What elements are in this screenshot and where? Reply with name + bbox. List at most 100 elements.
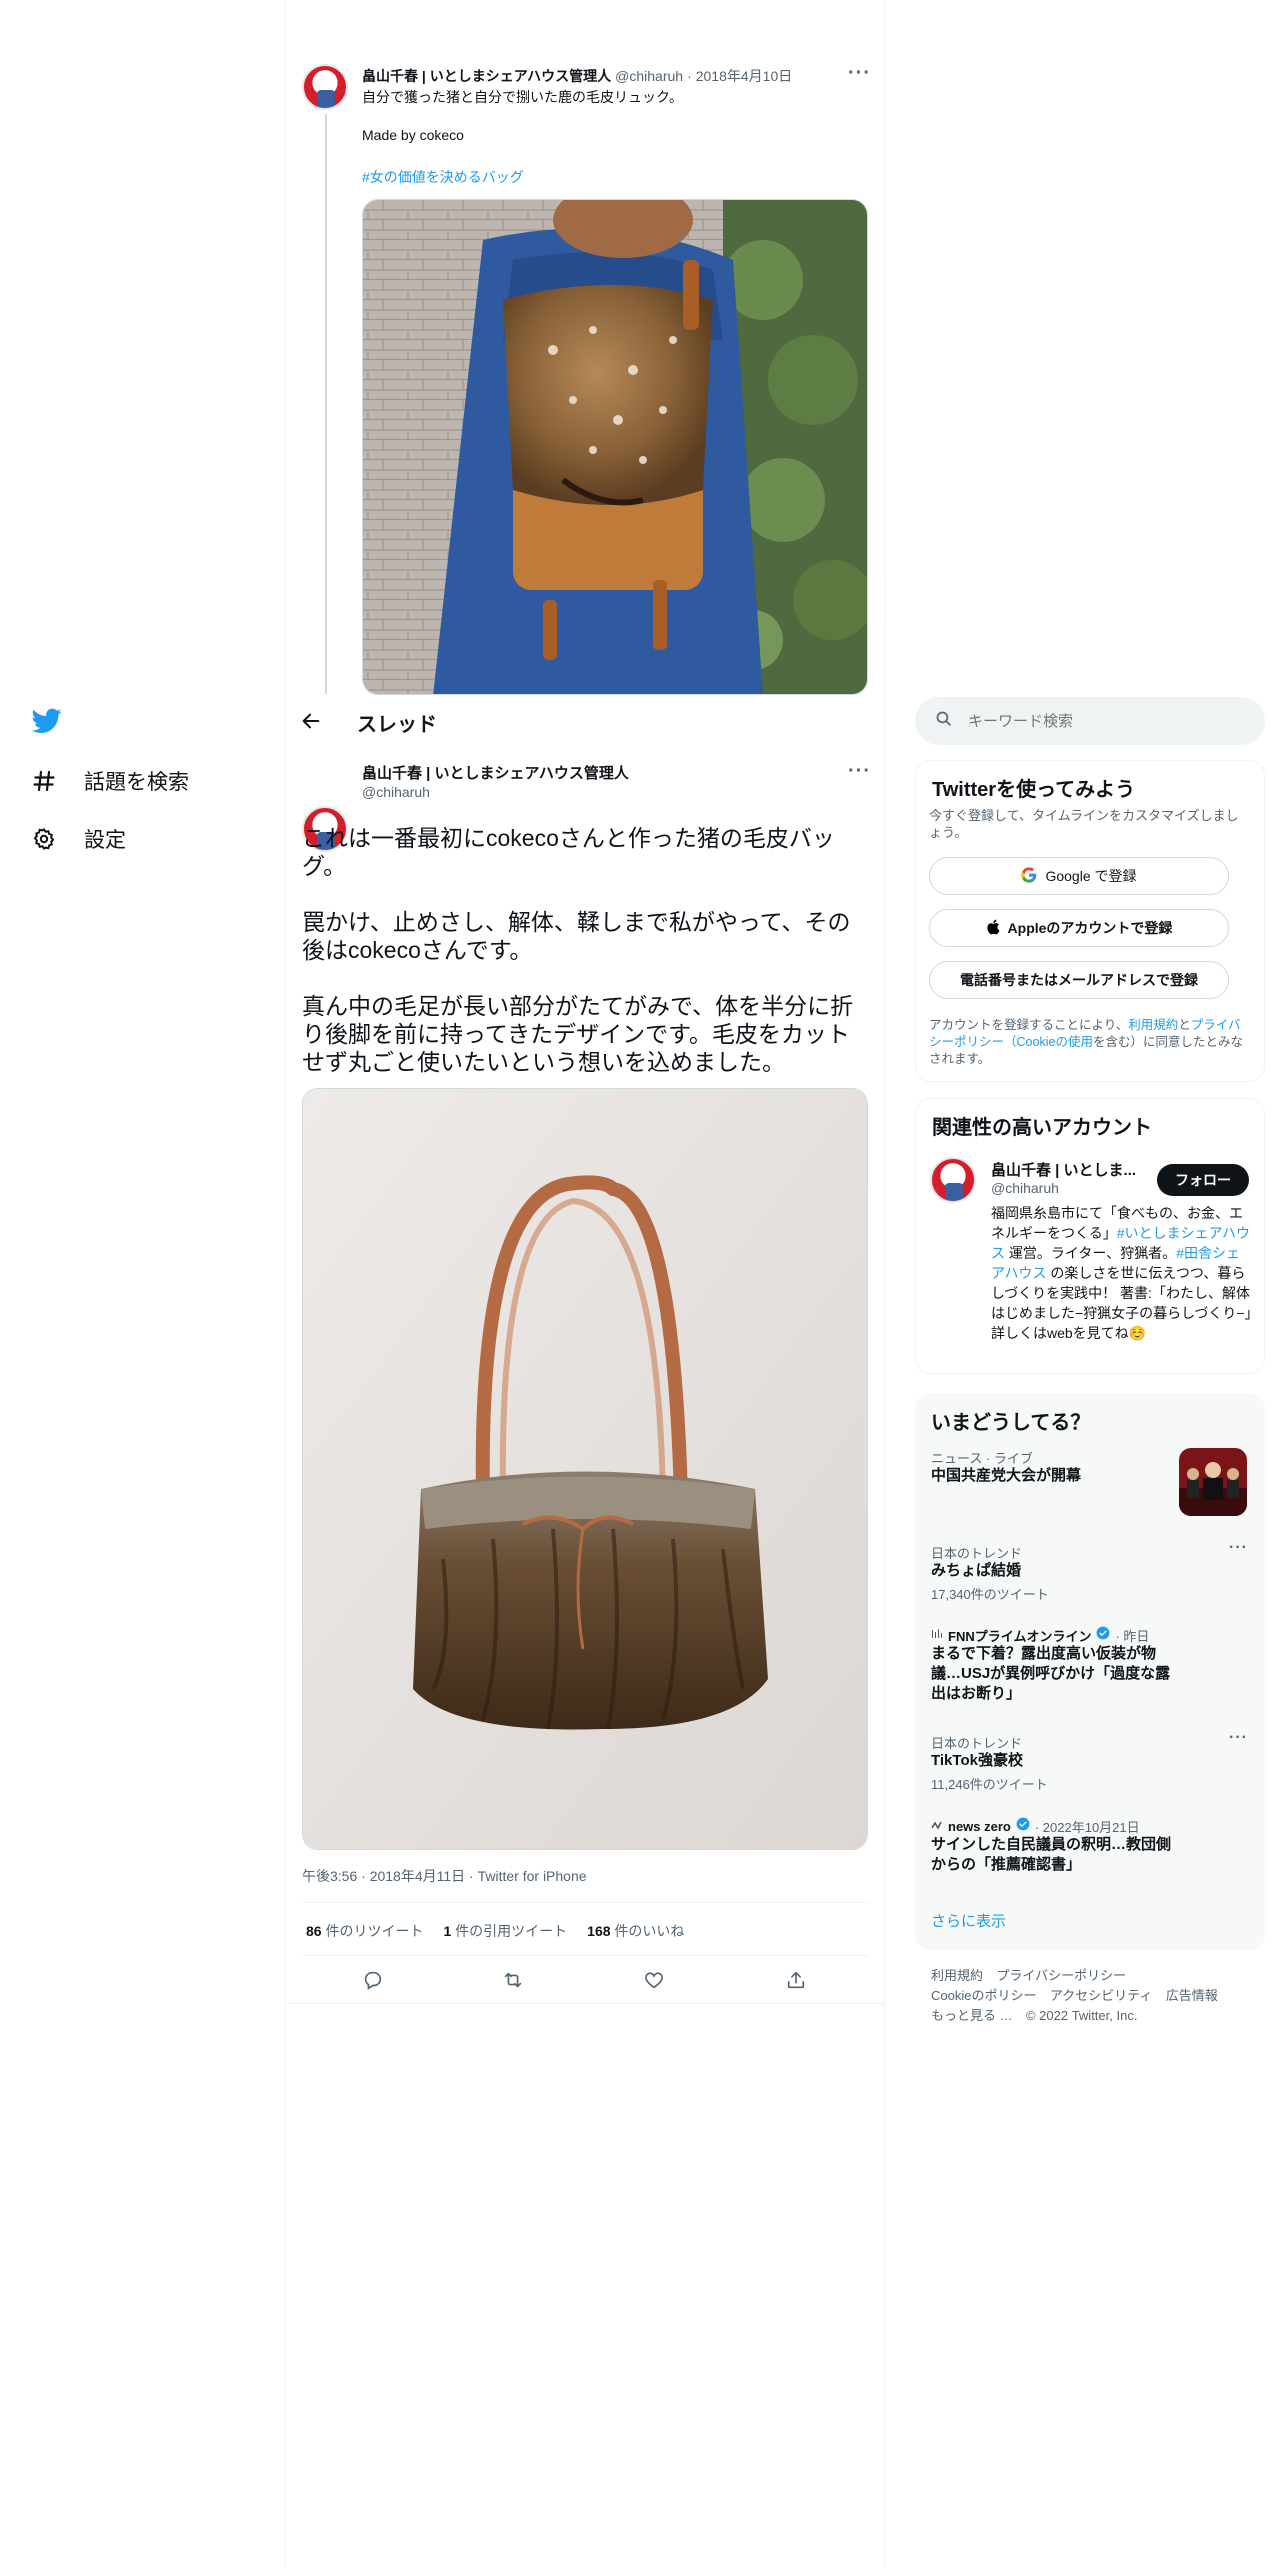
tweet-body: これは一番最初にcokecoさんと作った猪の毛皮バッグ。 罠かけ、止めさし、解体… (302, 824, 872, 1076)
trend-source-row: FNNプライムオンライン · 昨日 (931, 1626, 1149, 1645)
related-name[interactable]: 畠山千春 | いとしま... (991, 1159, 1136, 1180)
tweet-meta[interactable]: 午後3:56 · 2018年4月11日 · Twitter for iPhone (302, 1866, 587, 1886)
hashtag-link[interactable]: #女の価値を決めるバッグ (362, 167, 524, 187)
left-column-divider (285, 0, 286, 2568)
divider (286, 2003, 884, 2004)
nav-item-settings[interactable]: 設定 (32, 824, 126, 854)
retweets-label: 件のリツイート (325, 1923, 424, 1939)
footer-link-ads[interactable]: 広告情報 (1166, 1988, 1218, 2003)
related-bio: 福岡県糸島市にて「食べもの、お金、エネルギーをつくる」#いとしまシェアハウス 運… (991, 1203, 1253, 1343)
google-signup-button[interactable]: Google で登録 (929, 857, 1229, 895)
show-more-link[interactable]: さらに表示 (931, 1910, 1006, 1931)
terms-and: と (1178, 1018, 1191, 1032)
news-source-icon (931, 1627, 943, 1645)
trend-item[interactable]: news zero · 2022年10月21日 サインした自民議員の釈明…教団側… (915, 1817, 1265, 1883)
author-handle[interactable]: @chiharuh (615, 68, 683, 84)
phone-email-signup-button[interactable]: 電話番号またはメールアドレスで登録 (929, 961, 1229, 999)
trend-item[interactable]: FNNプライムオンライン · 昨日 まるで下着？露出度高い仮装が物議…USJが異… (915, 1626, 1265, 1716)
footer-link-accessibility[interactable]: アクセシビリティ (1050, 1988, 1153, 2003)
follow-label: フォロー (1175, 1172, 1231, 1188)
retweet-icon[interactable] (502, 1969, 524, 1996)
google-signup-label: Google で登録 (1045, 868, 1137, 884)
separator: · (687, 68, 692, 84)
reply-icon[interactable] (362, 1969, 384, 1996)
like-icon[interactable] (643, 1969, 665, 1996)
avatar[interactable] (302, 64, 348, 110)
author-name[interactable]: 畠山千春 | いとしまシェアハウス管理人 (362, 762, 629, 783)
quotes-label: 件の引用ツイート (455, 1923, 568, 1939)
retweets-stat[interactable]: 86 件のリツイート (306, 1921, 423, 1941)
cookie-link[interactable]: Cookieの使用 (1017, 1035, 1093, 1049)
trend-item[interactable]: ニュース · ライブ 中国共産党大会が開幕 (915, 1448, 1265, 1528)
trend-title: サインした自民議員の釈明…教団側からの「推薦確認書」 (931, 1836, 1172, 1873)
gear-icon (32, 827, 56, 851)
tweet-photo[interactable] (302, 1088, 868, 1850)
trend-time: · 2022年10月21日 (1034, 1820, 1140, 1835)
divider (302, 1902, 868, 1903)
follow-button[interactable]: フォロー (1157, 1164, 1249, 1196)
trend-source: FNNプライムオンライン (948, 1629, 1092, 1644)
quotes-stat[interactable]: 1 件の引用ツイート (443, 1921, 567, 1941)
more-icon[interactable]: ··· (1229, 1539, 1248, 1557)
related-handle[interactable]: @chiharuh (991, 1180, 1059, 1196)
trend-item[interactable]: 日本のトレンド みちょぱ結婚 17,340件のツイート ··· (915, 1539, 1265, 1609)
search-icon (935, 710, 952, 732)
trend-thumbnail (1179, 1448, 1247, 1516)
search-input[interactable] (968, 712, 1228, 730)
footer-links: 利用規約 プライバシーポリシー Cookieのポリシー アクセシビリティ 広告情… (931, 1966, 1261, 2026)
trend-title: 中国共産党大会が開幕 (931, 1467, 1082, 1484)
tweet-paragraph: 罠かけ、止めさし、解体、鞣しまで私がやって、その後はcokecoさんです。 (302, 909, 851, 963)
share-icon[interactable] (785, 1969, 807, 1996)
search-bar[interactable] (915, 697, 1265, 745)
nav-item-explore[interactable]: 話題を検索 (32, 766, 189, 796)
footer-link-terms[interactable]: 利用規約 (931, 1968, 983, 1983)
trend-source-row: news zero · 2022年10月21日 (931, 1817, 1140, 1836)
right-column-divider (884, 0, 885, 2568)
apple-icon (986, 919, 1000, 938)
terms-link[interactable]: 利用規約 (1128, 1018, 1178, 1032)
trend-title: みちょぱ結婚 (931, 1562, 1022, 1579)
more-icon[interactable]: ··· (1229, 1729, 1248, 1747)
google-icon (1021, 866, 1037, 886)
trend-meta: 日本のトレンド (931, 1546, 1023, 1561)
footer-link-cookie[interactable]: Cookieのポリシー (931, 1988, 1036, 2003)
tweet-paragraph: 真ん中の毛足が長い部分がたてがみで、体を半分に折り後脚を前に持ってきたデザインで… (302, 993, 854, 1075)
trend-time: · 昨日 (1115, 1629, 1150, 1644)
back-arrow-icon[interactable] (300, 710, 322, 737)
trend-count: 11,246件のツイート (931, 1777, 1048, 1792)
fur-bag-photo (303, 1089, 867, 1849)
related-title: 関連性の高いアカウント (932, 1117, 1152, 1139)
tweet-paragraph: これは一番最初にcokecoさんと作った猪の毛皮バッグ。 (302, 825, 835, 879)
tweet-text-line: 自分で獲った猪と自分で捌いた鹿の毛皮リュック。 (362, 89, 683, 105)
trend-title: まるで下着？露出度高い仮装が物議…USJが異例呼びかけ「過度な露出はお断り」 (931, 1645, 1171, 1702)
avatar[interactable] (930, 1157, 976, 1203)
likes-count: 168 (587, 1923, 611, 1939)
bio-text: 運営。ライター、狩猟者。 (1005, 1245, 1177, 1261)
thread-line (325, 114, 327, 694)
apple-signup-label: Appleのアカウントで登録 (1007, 920, 1173, 936)
trend-count: 17,340件のツイート (931, 1587, 1049, 1602)
footer-link-privacy[interactable]: プライバシーポリシー (996, 1968, 1126, 1983)
twitter-logo-icon[interactable] (31, 708, 62, 739)
more-icon[interactable]: ··· (848, 62, 871, 85)
author-name-text: 畠山千春 | いとしまシェアハウス管理人 (362, 765, 629, 782)
author-handle[interactable]: @chiharuh (362, 784, 430, 800)
nav-item-label: 話題を検索 (84, 771, 189, 794)
tweet-photo[interactable] (362, 199, 868, 695)
divider (302, 1955, 868, 1956)
apple-signup-button[interactable]: Appleのアカウントで登録 (929, 909, 1229, 947)
author-name[interactable]: 畠山千春 | いとしまシェアハウス管理人 (362, 66, 611, 86)
backpack-photo (363, 200, 867, 694)
trend-source: news zero (948, 1819, 1011, 1834)
likes-stat[interactable]: 168 件のいいね (587, 1921, 684, 1941)
footer-link-more[interactable]: もっと見る … (931, 2008, 1013, 2023)
nav-item-label: 設定 (84, 829, 126, 852)
tweet-date[interactable]: 2018年4月10日 (696, 66, 793, 86)
retweets-count: 86 (306, 1923, 322, 1939)
engagement-stats: 86 件のリツイート 1 件の引用ツイート 168 件のいいね (306, 1921, 684, 1941)
more-icon[interactable]: ··· (848, 760, 871, 783)
footer-copyright: © 2022 Twitter, Inc. (1025, 2008, 1138, 2023)
trends-title: いまどうしてる？ (931, 1412, 1091, 1434)
trend-title: TikTok強豪校 (931, 1752, 1023, 1769)
trend-item[interactable]: 日本のトレンド TikTok強豪校 11,246件のツイート ··· (915, 1729, 1265, 1799)
